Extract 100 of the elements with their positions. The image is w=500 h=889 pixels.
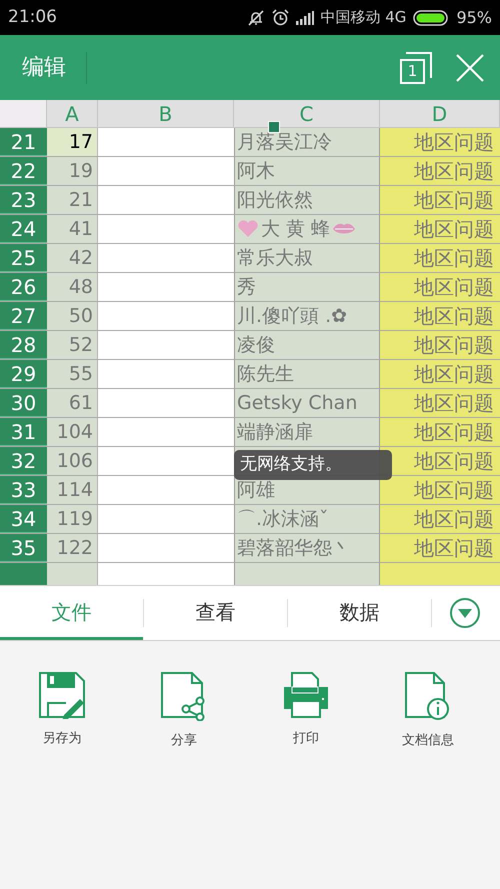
row-header[interactable]: 23 (0, 186, 47, 214)
cell-text: 碧落韶华怨丶 (237, 537, 351, 559)
row-header[interactable]: 33 (0, 476, 47, 504)
table-cell[interactable]: 地区问题 (380, 244, 500, 272)
ribbon-tab[interactable]: 数据 (288, 586, 431, 640)
table-cell[interactable]: 61 (47, 389, 98, 417)
cell-text: 大 黄 蜂 (261, 218, 330, 240)
cell-text: 常乐大叔 (237, 247, 313, 269)
column-header[interactable]: A (47, 100, 98, 127)
cell-text: 陈先生 (237, 363, 294, 385)
cell-text: 阿雄 (237, 479, 275, 501)
column-header[interactable]: D (380, 100, 500, 127)
table-cell[interactable]: 119 (47, 505, 98, 533)
table-cell[interactable]: 19 (47, 157, 98, 185)
table-cell[interactable] (234, 563, 380, 585)
status-time: 21:06 (8, 6, 57, 29)
file-action-button[interactable]: 打印 (246, 671, 366, 750)
cell-text: ⌒.冰沫涵ˇ (237, 508, 329, 530)
signal-icon (296, 10, 314, 24)
row-header[interactable]: 35 (0, 534, 47, 562)
row-header[interactable]: 25 (0, 244, 47, 272)
row-header[interactable]: 21 (0, 128, 47, 156)
table-cell[interactable]: 阳光依然 (234, 186, 380, 214)
table-cell[interactable]: 碧落韶华怨丶 (234, 534, 380, 562)
row-header[interactable]: 32 (0, 447, 47, 475)
table-cell[interactable]: 41 (47, 215, 98, 243)
battery-percent: 95% (456, 6, 492, 28)
table-cell[interactable]: 地区问题 (380, 128, 500, 156)
file-action-button[interactable]: 分享 (124, 671, 244, 750)
table-cell[interactable]: 17 (47, 128, 98, 156)
table-cell[interactable]: 端静涵扉 (234, 418, 380, 446)
ribbon-tab[interactable]: 查看 (144, 586, 287, 640)
cell-text: 端静涵扉 (237, 421, 313, 443)
table-cell[interactable]: 地区问题 (380, 331, 500, 359)
carrier-label: 中国移动 4G (320, 7, 406, 28)
table-cell[interactable]: 秀 (234, 273, 380, 301)
table-cell[interactable]: 地区问题 (380, 476, 500, 504)
table-cell[interactable]: 122 (47, 534, 98, 562)
table-cell[interactable]: 月落吴江冷 (234, 128, 380, 156)
row-header[interactable]: 22 (0, 157, 47, 185)
table-cell[interactable]: 凌俊 (234, 331, 380, 359)
table-cell[interactable]: 地区问题 (380, 389, 500, 417)
row-header[interactable] (0, 563, 47, 585)
table-cell[interactable]: 地区问题 (380, 505, 500, 533)
row-header[interactable]: 34 (0, 505, 47, 533)
lips-icon (332, 222, 356, 236)
dropdown-icon[interactable] (449, 597, 481, 629)
table-cell[interactable]: 地区问题 (380, 534, 500, 562)
table-cell[interactable]: 地区问题 (380, 186, 500, 214)
row-header[interactable]: 24 (0, 215, 47, 243)
corner-cell[interactable] (0, 100, 47, 127)
table-cell[interactable]: 48 (47, 273, 98, 301)
table-cell[interactable]: 川.傻吖頭 .✿ (234, 302, 380, 330)
column-header[interactable]: B (98, 100, 234, 127)
table-cell[interactable]: 地区问题 (380, 302, 500, 330)
table-cell[interactable]: 常乐大叔 (234, 244, 380, 272)
table-cell[interactable] (47, 563, 98, 585)
ribbon-tab[interactable]: 文件 (0, 586, 143, 640)
printer-icon (282, 671, 330, 719)
table-cell[interactable]: 大 黄 蜂 (234, 215, 380, 243)
cell-text: 月落吴江冷 (237, 131, 332, 153)
selection-handle[interactable] (268, 121, 280, 133)
alarm-icon (272, 9, 288, 26)
table-cell[interactable]: 陈先生 (234, 360, 380, 388)
table-cell[interactable]: ⌒.冰沫涵ˇ (234, 505, 380, 533)
file-action-button[interactable]: 文档信息 (368, 671, 488, 750)
table-cell[interactable]: 地区问题 (380, 215, 500, 243)
edit-title[interactable]: 编辑 (0, 51, 86, 84)
row-header[interactable]: 27 (0, 302, 47, 330)
table-cell[interactable]: 55 (47, 360, 98, 388)
row-header[interactable]: 29 (0, 360, 47, 388)
table-cell[interactable]: 42 (47, 244, 98, 272)
row-header[interactable]: 31 (0, 418, 47, 446)
cell-text: 凌俊 (237, 334, 275, 356)
table-cell[interactable]: 地区问题 (380, 273, 500, 301)
row-header[interactable]: 28 (0, 331, 47, 359)
row-header[interactable]: 26 (0, 273, 47, 301)
cell-text: 阳光依然 (237, 189, 313, 211)
table-cell[interactable]: 地区问题 (380, 157, 500, 185)
table-cell[interactable]: 114 (47, 476, 98, 504)
close-icon[interactable] (456, 54, 484, 82)
cell-text: 阿木 (237, 160, 275, 182)
battery-icon (413, 10, 450, 26)
table-cell[interactable]: 106 (47, 447, 98, 475)
table-cell[interactable]: 地区问题 (380, 447, 500, 475)
muted-bell-icon (246, 10, 264, 26)
table-cell[interactable]: 50 (47, 302, 98, 330)
table-cell[interactable]: 地区问题 (380, 360, 500, 388)
cell-text: 川.傻吖頭 .✿ (237, 305, 348, 327)
table-cell[interactable]: Getsky Chan (234, 389, 380, 417)
table-cell[interactable]: 104 (47, 418, 98, 446)
row-header[interactable]: 30 (0, 389, 47, 417)
table-cell[interactable]: 21 (47, 186, 98, 214)
cell-text: Getsky Chan (237, 392, 358, 414)
save-icon (38, 671, 86, 719)
file-action-button[interactable]: 另存为 (2, 671, 122, 750)
table-cell[interactable]: 地区问题 (380, 418, 500, 446)
table-cell[interactable]: 阿木 (234, 157, 380, 185)
table-cell[interactable] (380, 563, 500, 585)
table-cell[interactable]: 52 (47, 331, 98, 359)
